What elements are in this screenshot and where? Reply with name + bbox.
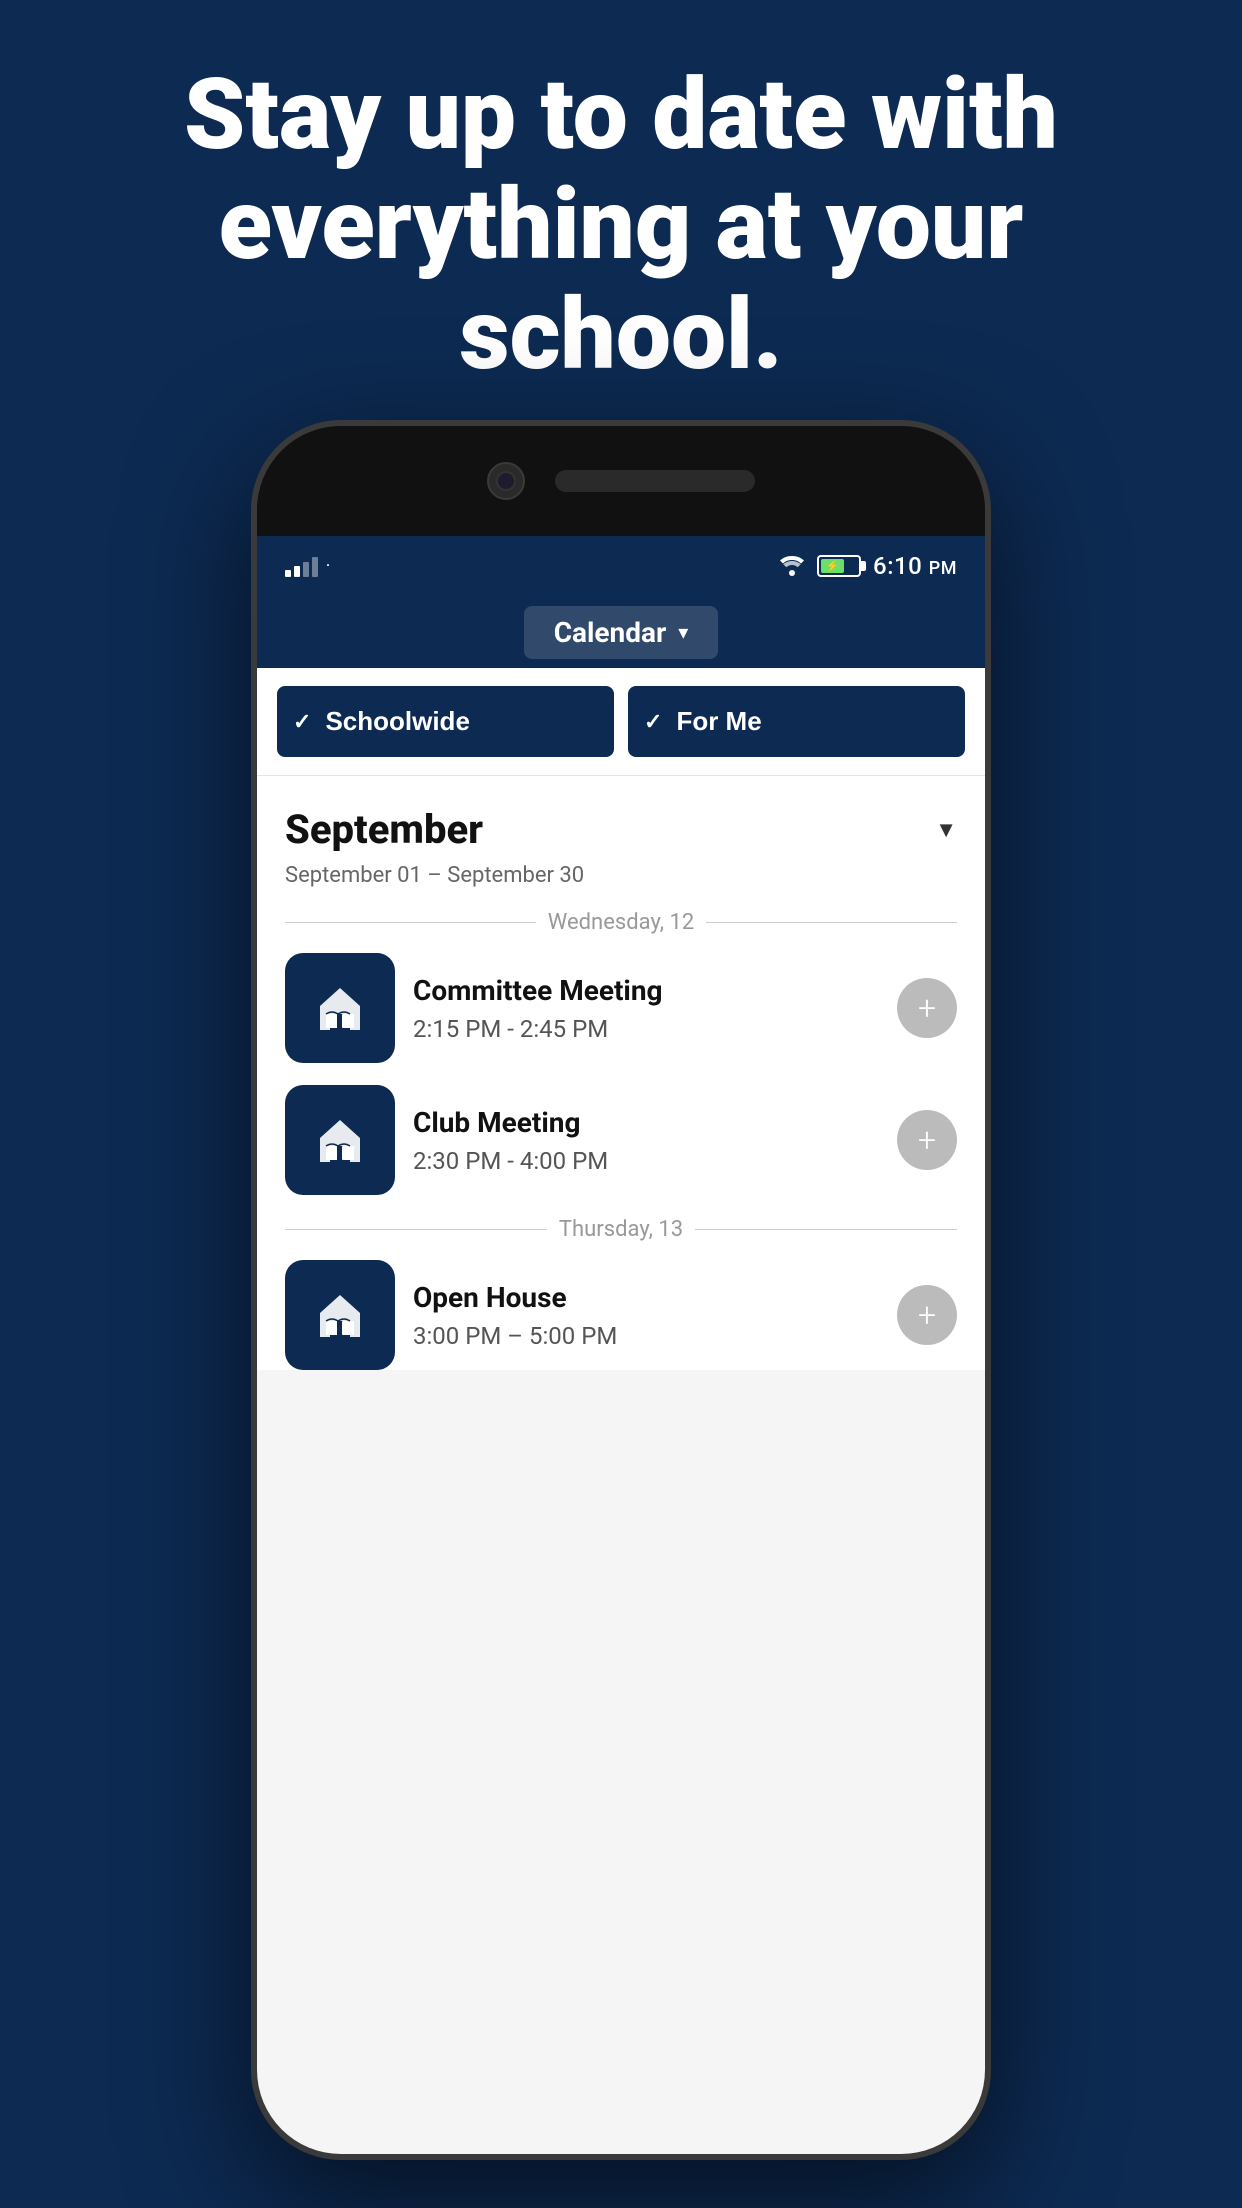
calendar-title: Calendar <box>554 616 667 649</box>
separator-line <box>695 1229 957 1230</box>
wifi-icon <box>779 556 805 576</box>
filter-schoolwide-button[interactable]: ✓ Schoolwide <box>277 686 614 757</box>
event-committee-meeting: Committee Meeting 2:15 PM - 2:45 PM + <box>285 953 957 1063</box>
filter-bar: ✓ Schoolwide ✓ For Me <box>257 668 985 776</box>
day-separator-wed: Wednesday, 12 <box>285 910 957 935</box>
signal-icon <box>285 555 318 577</box>
day-label-wed: Wednesday, 12 <box>548 910 694 935</box>
check-icon: ✓ <box>644 709 662 735</box>
separator-line <box>285 922 536 923</box>
battery-icon <box>817 555 861 577</box>
month-dropdown-icon[interactable]: ▼ <box>935 817 957 843</box>
day-label-thu: Thursday, 13 <box>559 1217 683 1242</box>
filter-forme-label: For Me <box>676 706 761 737</box>
month-range: September 01 – September 30 <box>285 863 957 888</box>
filter-schoolwide-label: Schoolwide <box>325 706 469 737</box>
hero-headline: Stay up to date with everything at your … <box>0 60 1242 389</box>
event-time-club: 2:30 PM - 4:00 PM <box>413 1147 879 1175</box>
calendar-dropdown[interactable]: Calendar ▾ <box>524 606 719 659</box>
event-details-committee: Committee Meeting 2:15 PM - 2:45 PM <box>413 974 879 1043</box>
event-open-house: Open House 3:00 PM – 5:00 PM + <box>285 1260 957 1370</box>
event-icon-club <box>285 1085 395 1195</box>
separator-line <box>285 1229 547 1230</box>
add-committee-button[interactable]: + <box>897 978 957 1038</box>
event-details-openhouse: Open House 3:00 PM – 5:00 PM <box>413 1281 879 1350</box>
event-title-committee: Committee Meeting <box>413 974 879 1007</box>
event-time-committee: 2:15 PM - 2:45 PM <box>413 1015 879 1043</box>
event-icon-openhouse <box>285 1260 395 1370</box>
separator-line <box>706 922 957 923</box>
event-title-club: Club Meeting <box>413 1106 879 1139</box>
status-left: · <box>285 555 330 577</box>
calendar-body: September ▼ September 01 – September 30 … <box>257 776 985 1370</box>
app-header: Calendar ▾ <box>257 596 985 668</box>
add-club-button[interactable]: + <box>897 1110 957 1170</box>
status-time: 6:10 PM <box>873 552 957 580</box>
event-icon-committee <box>285 953 395 1063</box>
status-right: 6:10 PM <box>779 552 957 580</box>
status-bar: · 6:10 PM <box>257 536 985 596</box>
signal-dot: · <box>326 558 330 574</box>
check-icon: ✓ <box>293 709 311 735</box>
phone-mockup: · 6:10 PM <box>251 420 991 2160</box>
speaker-grille <box>555 470 755 492</box>
phone-top-hardware <box>257 426 985 536</box>
month-header: September ▼ <box>285 806 957 863</box>
event-club-meeting: Club Meeting 2:30 PM - 4:00 PM + <box>285 1085 957 1195</box>
chevron-down-icon: ▾ <box>678 620 688 644</box>
month-title: September <box>285 806 483 853</box>
filter-forme-button[interactable]: ✓ For Me <box>628 686 965 757</box>
add-openhouse-button[interactable]: + <box>897 1285 957 1345</box>
front-camera-icon <box>487 462 525 500</box>
event-title-openhouse: Open House <box>413 1281 879 1314</box>
event-details-club: Club Meeting 2:30 PM - 4:00 PM <box>413 1106 879 1175</box>
event-time-openhouse: 3:00 PM – 5:00 PM <box>413 1322 879 1350</box>
day-separator-thu: Thursday, 13 <box>285 1217 957 1242</box>
phone-screen: · 6:10 PM <box>257 536 985 2154</box>
